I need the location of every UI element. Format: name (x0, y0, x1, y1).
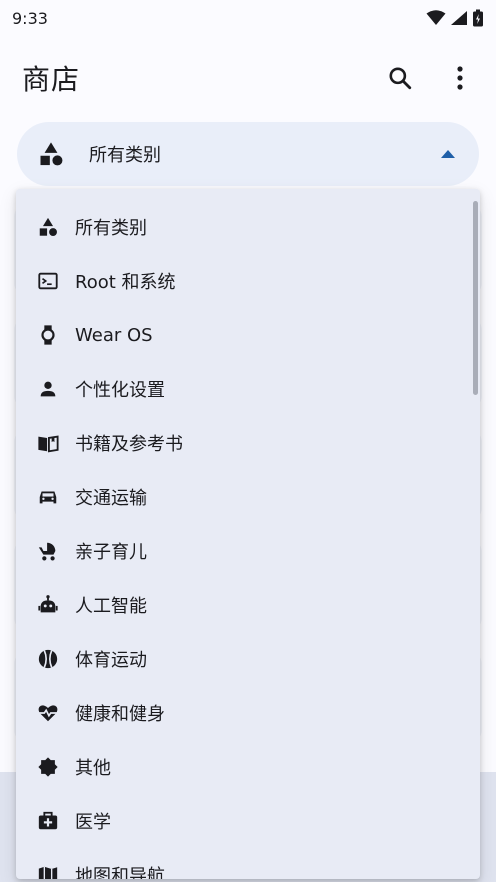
menu-item-label: 医学 (75, 812, 111, 833)
top-app-bar: 商店 (0, 44, 496, 112)
menu-item-maps-navigation[interactable]: 地图和导航 (16, 848, 480, 879)
menu-item-label: 地图和导航 (75, 866, 165, 879)
category-dropdown-menu: 所有类别 Root 和系统 Wear OS 个性化设置 书籍及参考书 交通运输 … (16, 189, 480, 879)
category-icon (40, 142, 63, 166)
selector-label: 所有类别 (89, 145, 161, 166)
heart-pulse-icon (36, 701, 60, 725)
menu-item-ai[interactable]: 人工智能 (16, 578, 480, 632)
medical-bag-icon (36, 809, 60, 833)
more-options-button[interactable] (440, 58, 480, 98)
car-icon (36, 485, 60, 509)
app-actions (380, 58, 480, 98)
search-button[interactable] (380, 58, 420, 98)
wifi-icon (426, 10, 446, 25)
menu-item-root-system[interactable]: Root 和系统 (16, 254, 480, 308)
person-icon (36, 377, 60, 401)
menu-item-health-fitness[interactable]: 健康和健身 (16, 686, 480, 740)
menu-item-wear-os[interactable]: Wear OS (16, 308, 480, 362)
menu-item-books-reference[interactable]: 书籍及参考书 (16, 416, 480, 470)
more-vert-icon (457, 66, 463, 90)
menu-item-label: 书籍及参考书 (75, 434, 183, 455)
menu-item-personalization[interactable]: 个性化设置 (16, 362, 480, 416)
signal-icon (451, 11, 467, 25)
menu-item-label: 交通运输 (75, 488, 147, 509)
category-selector[interactable]: 所有类别 (17, 122, 479, 186)
terminal-icon (36, 269, 60, 293)
menu-item-parenting[interactable]: 亲子育儿 (16, 524, 480, 578)
menu-item-label: 所有类别 (75, 218, 147, 239)
menu-item-label: Wear OS (75, 324, 153, 346)
map-icon (36, 863, 60, 879)
stroller-icon (36, 539, 60, 563)
menu-item-label: 体育运动 (75, 650, 147, 671)
menu-item-medical[interactable]: 医学 (16, 794, 480, 848)
status-time: 9:33 (12, 8, 48, 28)
menu-item-transportation[interactable]: 交通运输 (16, 470, 480, 524)
menu-item-label: Root 和系统 (75, 272, 176, 293)
menu-item-sports[interactable]: 体育运动 (16, 632, 480, 686)
dropdown-arrow-up-icon (441, 150, 455, 158)
badge-icon (36, 755, 60, 779)
menu-item-label: 亲子育儿 (75, 542, 147, 563)
menu-item-label: 人工智能 (75, 596, 147, 617)
category-icon (36, 215, 60, 239)
menu-item-label: 个性化设置 (75, 380, 165, 401)
search-icon (389, 67, 412, 90)
battery-icon (473, 9, 483, 27)
watch-icon (36, 323, 60, 347)
status-bar: 9:33 (0, 0, 496, 36)
robot-icon (36, 593, 60, 617)
menu-item-all-categories[interactable]: 所有类别 (16, 200, 480, 254)
book-icon (36, 431, 60, 455)
status-icons (426, 9, 484, 27)
menu-item-label: 健康和健身 (75, 704, 165, 725)
menu-item-label: 其他 (75, 758, 111, 779)
menu-item-other[interactable]: 其他 (16, 740, 480, 794)
page-title: 商店 (22, 63, 81, 96)
sports-ball-icon (36, 647, 60, 671)
